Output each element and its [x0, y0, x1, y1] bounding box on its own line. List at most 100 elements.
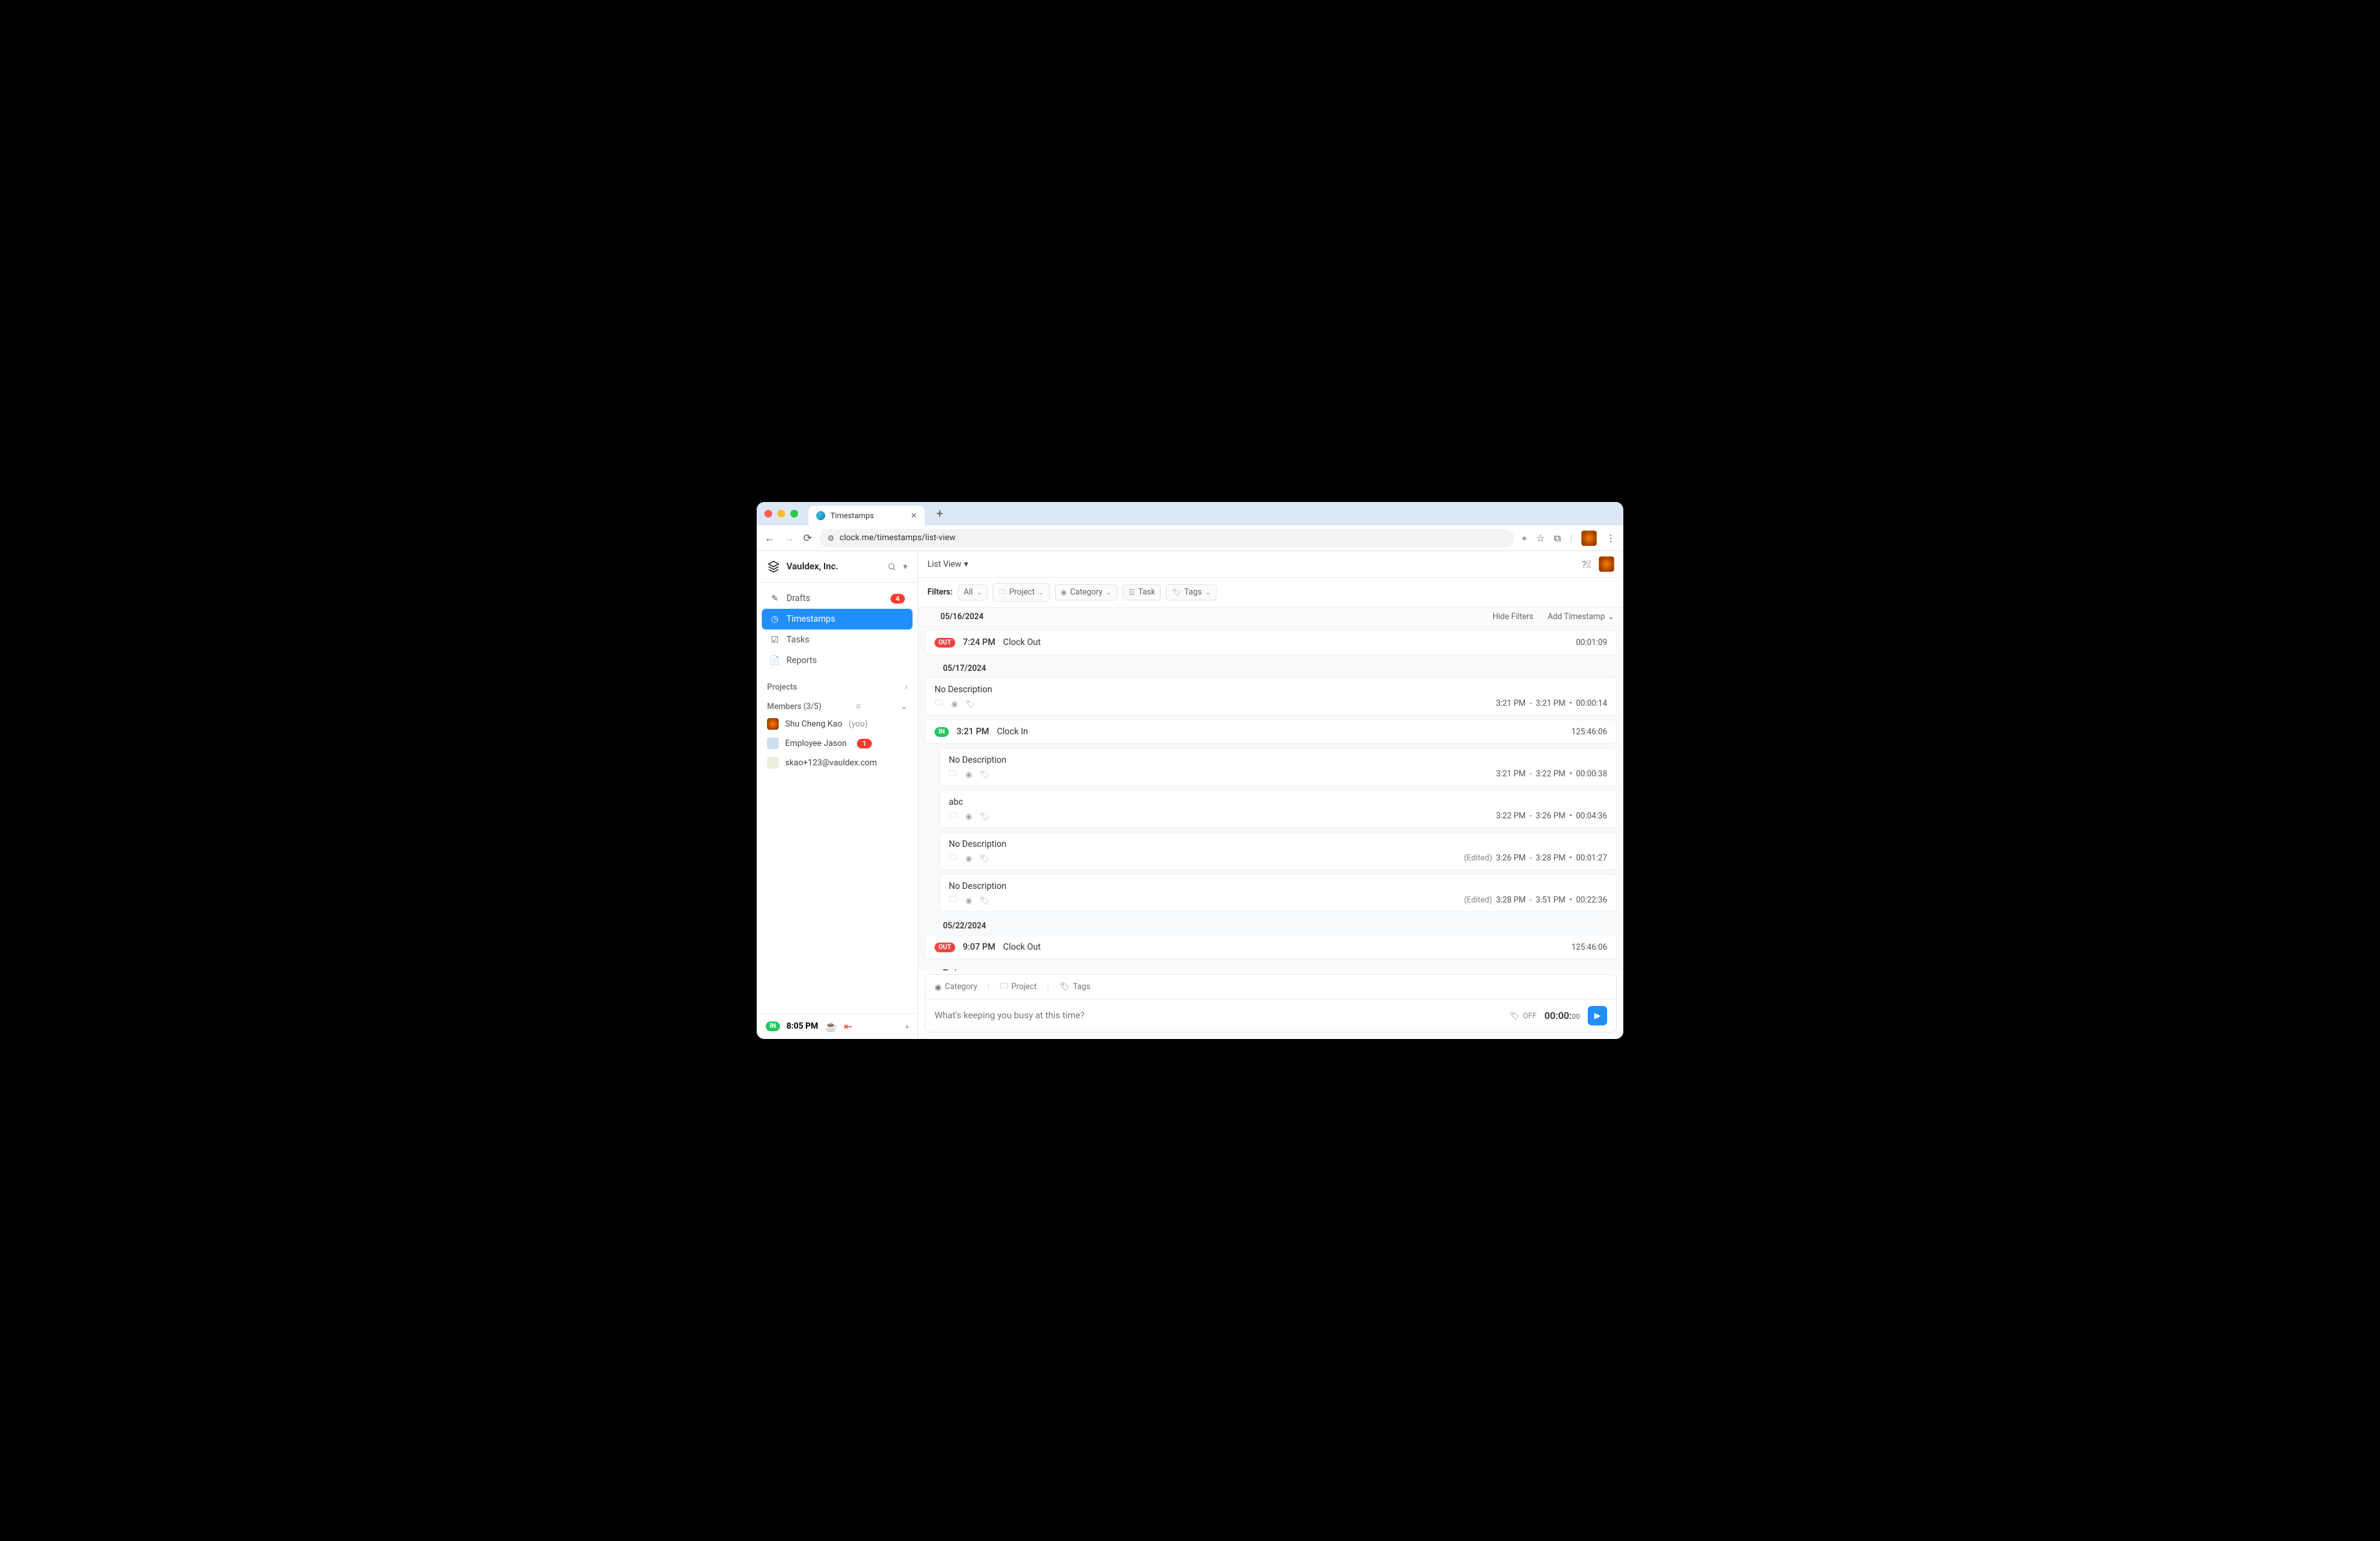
nav-timestamps[interactable]: ◷ Timestamps [762, 609, 913, 629]
member-avatar [767, 757, 779, 769]
tag-icon[interactable]: 🏷 [980, 770, 989, 779]
search-icon[interactable] [887, 562, 896, 571]
drafts-badge: 4 [891, 594, 905, 604]
org-logo-icon [767, 560, 780, 573]
help-icon[interactable]: ?⃝ [1581, 558, 1591, 571]
timestamp-entry[interactable]: No Description 🗀 ◉ 🏷 (Edited) 3:28 PM - … [939, 874, 1617, 912]
expand-icon[interactable]: ▴ [905, 1023, 909, 1030]
timestamp-entry[interactable]: No Description 🗀 ◉ 🏷 3:21 PM - 3:22 PM •… [939, 748, 1617, 786]
category-icon[interactable]: ◉ [964, 896, 973, 905]
tab-title: Timestamps [830, 511, 874, 520]
filter-project[interactable]: 🗀Project⌄ [993, 583, 1050, 602]
forward-button[interactable]: → [784, 532, 794, 545]
edited-label: (Edited) [1464, 853, 1492, 863]
maximize-window[interactable] [790, 510, 798, 518]
sort-icon[interactable]: ≡ [856, 702, 861, 712]
location-icon[interactable]: ⌖ [1522, 532, 1527, 544]
clock-out-entry[interactable]: OUT 9:07 PM Clock Out 125:46:06 [925, 935, 1617, 959]
folder-icon[interactable]: 🗀 [949, 770, 958, 779]
new-tab-button[interactable]: + [936, 507, 943, 521]
timestamp-entry[interactable]: abc 🗀 ◉ 🏷 3:22 PM - 3:26 PM • 00:04:36 [939, 790, 1617, 828]
chevron-down-icon: ⌄ [901, 701, 907, 712]
url-field[interactable]: ⚙ clock.me/timestamps/list-view [819, 529, 1513, 547]
site-settings-icon[interactable]: ⚙ [827, 534, 834, 543]
nav-drafts[interactable]: ✎ Drafts 4 [762, 588, 913, 609]
user-avatar[interactable] [1599, 556, 1614, 572]
clock-out-entry[interactable]: OUT 7:24 PM Clock Out 00:01:09 [925, 630, 1617, 655]
profile-avatar[interactable] [1581, 530, 1597, 546]
category-icon[interactable]: ◉ [964, 854, 973, 863]
clock-in-entry[interactable]: IN 3:21 PM Clock In 125:46:06 [925, 719, 1617, 744]
timestamps-icon: ◷ [770, 614, 780, 624]
break-icon[interactable]: ☕ [825, 1020, 838, 1033]
task-icon: ☰ [1129, 588, 1135, 596]
back-button[interactable]: ← [764, 532, 775, 545]
tag-icon[interactable]: 🏷 [980, 812, 989, 821]
billable-toggle[interactable]: 🏷OFF [1509, 1011, 1537, 1020]
reload-button[interactable]: ⟳ [803, 532, 812, 545]
folder-icon[interactable]: 🗀 [949, 812, 958, 821]
chevron-right-icon: › [905, 683, 907, 692]
filter-category[interactable]: ◉Category⌄ [1055, 584, 1118, 600]
filter-all[interactable]: All⌄ [958, 584, 988, 600]
main: List View ▾ ?⃝ Filters: All⌄ 🗀Project⌄ ◉… [918, 551, 1623, 1039]
member-row[interactable]: Shu Cheng Kao (you) [757, 714, 918, 734]
composer-input[interactable] [935, 1011, 1502, 1021]
members-label: Members (3/5) [767, 702, 821, 712]
tag-icon: 🏷 [1059, 982, 1070, 992]
nav-tasks[interactable]: ☑ Tasks [762, 629, 913, 650]
member-row[interactable]: Employee Jason 1 [757, 734, 918, 753]
entry-title: No Description [949, 839, 1607, 849]
members-heading[interactable]: Members (3/5) ≡ ⌄ [757, 695, 918, 714]
date-header: 05/17/2024 [925, 659, 1617, 677]
view-header: List View ▾ ?⃝ [918, 551, 1623, 578]
nav-label: Drafts [786, 593, 810, 604]
org-dropdown-icon[interactable]: ▾ [903, 562, 907, 572]
category-icon[interactable]: ◉ [950, 699, 959, 708]
filter-task[interactable]: ☰Task [1123, 584, 1161, 600]
bookmark-icon[interactable]: ☆ [1536, 532, 1544, 544]
nav-reports[interactable]: 📄 Reports [762, 650, 913, 671]
clock-out-icon[interactable]: ⇤ [844, 1020, 852, 1033]
duration: 00:01:27 [1576, 853, 1607, 863]
filters-bar: Filters: All⌄ 🗀Project⌄ ◉Category⌄ ☰Task… [918, 578, 1623, 607]
tag-off-icon: 🏷 [1509, 1011, 1519, 1020]
end-time: 3:28 PM [1536, 853, 1566, 863]
tag-icon[interactable]: 🏷 [980, 854, 989, 863]
minimize-window[interactable] [777, 510, 785, 518]
nav-section: ✎ Drafts 4 ◷ Timestamps ☑ Tasks 📄 Report… [757, 583, 918, 676]
nav-buttons: ← → ⟳ [764, 532, 812, 545]
folder-icon[interactable]: 🗀 [935, 699, 944, 708]
tag-icon[interactable]: 🏷 [966, 699, 975, 708]
timer-display: 00:00:00 [1544, 1010, 1580, 1022]
composer-category[interactable]: ◉Category [935, 980, 977, 994]
projects-heading[interactable]: Projects › [757, 676, 918, 695]
menu-icon[interactable]: ⋮ [1606, 532, 1616, 544]
entry-duration: 125:46:06 [1572, 943, 1607, 952]
tab-close-icon[interactable]: ✕ [911, 511, 917, 520]
hide-filters-button[interactable]: Hide Filters [1493, 611, 1533, 622]
add-timestamp-button[interactable]: Add Timestamp ⌄ [1548, 611, 1614, 622]
folder-icon[interactable]: 🗀 [949, 854, 958, 863]
member-row[interactable]: skao+123@vauldex.com [757, 753, 918, 772]
category-icon[interactable]: ◉ [964, 770, 973, 779]
start-button[interactable]: ▶ [1588, 1006, 1607, 1025]
folder-icon[interactable]: 🗀 [949, 896, 958, 905]
composer-tags[interactable]: 🏷Tags [1059, 980, 1090, 994]
composer-project[interactable]: 🗀Project [1000, 980, 1037, 994]
close-window[interactable] [764, 510, 772, 518]
duration: 00:22:36 [1576, 895, 1607, 905]
favicon [816, 511, 825, 520]
timestamp-entry[interactable]: No Description 🗀 ◉ 🏷 3:21 PM - 3:21 PM •… [925, 677, 1617, 716]
timestamp-entry[interactable]: No Description 🗀 ◉ 🏷 (Edited) 3:26 PM - … [939, 832, 1617, 870]
timestamp-list[interactable]: OUT 7:24 PM Clock Out 00:01:09 05/17/202… [918, 626, 1623, 970]
extensions-icon[interactable]: ⧉ [1554, 532, 1561, 544]
view-switcher[interactable]: List View ▾ [927, 560, 968, 569]
sidebar-footer: IN 8:05 PM ☕ ⇤ ▴ [757, 1013, 918, 1039]
entry-time: 3:21 PM [957, 727, 989, 737]
filter-tags[interactable]: 🏷Tags⌄ [1166, 584, 1217, 600]
tag-icon[interactable]: 🏷 [980, 896, 989, 905]
category-icon[interactable]: ◉ [964, 812, 973, 821]
browser-tab[interactable]: Timestamps ✕ [808, 506, 925, 525]
end-time: 3:22 PM [1536, 769, 1566, 779]
